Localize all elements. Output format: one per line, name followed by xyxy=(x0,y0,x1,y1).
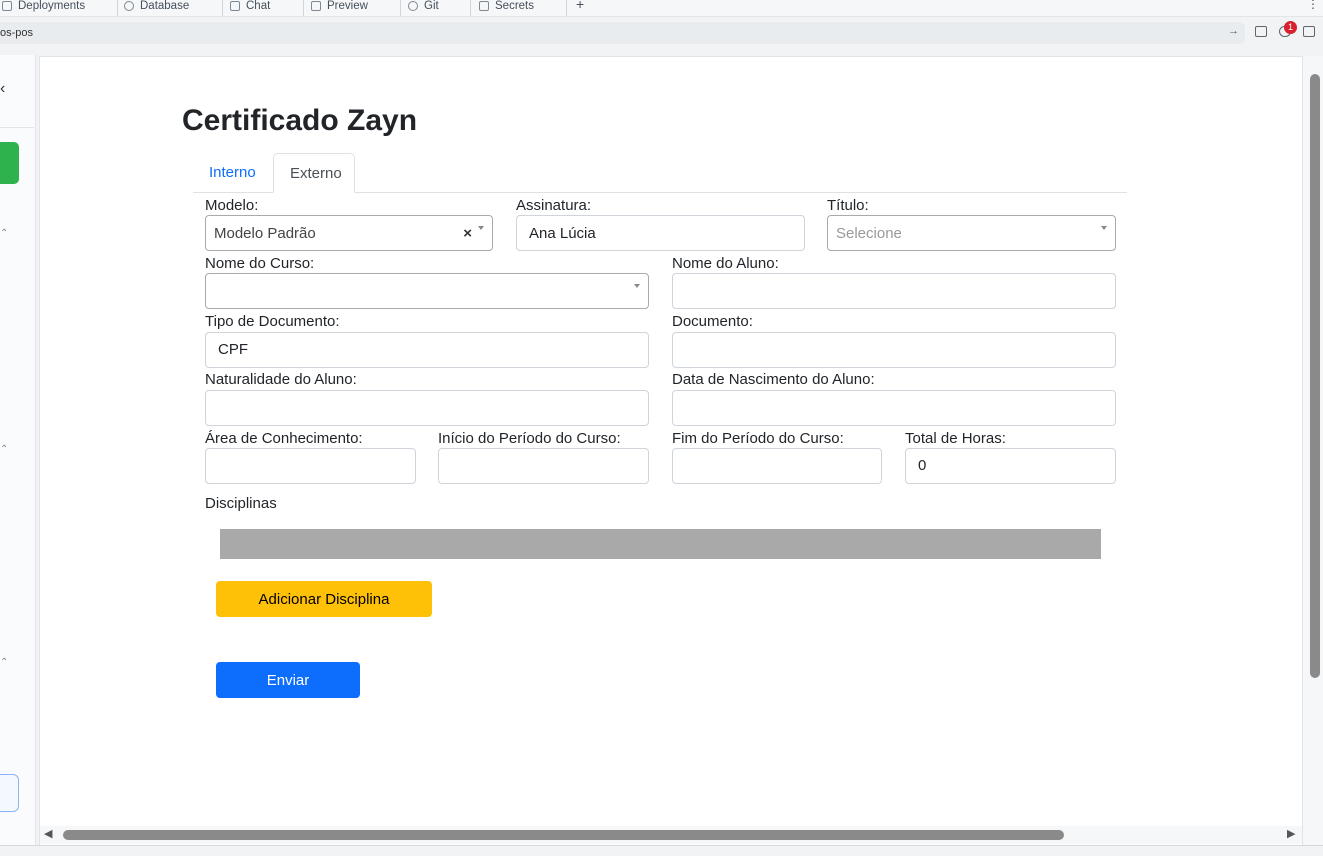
tipo-documento-field[interactable]: CPF xyxy=(205,332,649,368)
tab-database[interactable]: Database xyxy=(124,0,189,16)
disciplinas-label: Disciplinas xyxy=(205,495,277,512)
tab-divider xyxy=(470,0,471,16)
url-text: os-pos xyxy=(0,27,34,39)
data-nascimento-label: Data de Nascimento do Aluno: xyxy=(672,371,875,388)
database-icon xyxy=(124,1,134,11)
monitor-icon xyxy=(311,1,321,11)
modelo-label: Modelo: xyxy=(205,197,259,214)
data-nascimento-field[interactable] xyxy=(672,390,1116,426)
clear-icon[interactable]: × xyxy=(463,220,472,248)
inicio-label: Início do Período do Curso: xyxy=(438,430,621,447)
form-tabs: Interno Externo xyxy=(193,153,1127,193)
tab-label: Git xyxy=(424,0,439,12)
tab-divider xyxy=(566,0,567,16)
titulo-select[interactable]: Selecione xyxy=(827,215,1116,251)
tab-label: Secrets xyxy=(495,0,534,12)
scroll-left-icon[interactable]: ◀ xyxy=(44,827,52,840)
add-tab-button[interactable]: + xyxy=(576,0,584,12)
status-strip xyxy=(0,845,1323,856)
git-icon xyxy=(408,1,418,11)
ide-tab-strip: Deployments Database Chat Preview Git Se… xyxy=(0,0,1323,17)
nome-curso-label: Nome do Curso: xyxy=(205,255,315,272)
horizontal-scroll-thumb[interactable] xyxy=(63,830,1064,840)
page-title: Certificado Zayn xyxy=(182,104,418,137)
tipo-documento-label: Tipo de Documento: xyxy=(205,313,340,330)
tab-chat[interactable]: Chat xyxy=(230,0,270,16)
titulo-placeholder: Selecione xyxy=(836,225,902,242)
assinatura-field[interactable]: Ana Lúcia xyxy=(516,215,805,251)
submit-button[interactable]: Enviar xyxy=(216,662,360,698)
go-arrow-icon[interactable]: → xyxy=(1228,25,1239,37)
rail-input-box[interactable] xyxy=(0,774,19,812)
devices-icon[interactable] xyxy=(1255,26,1267,37)
scroll-right-icon[interactable]: ▶ xyxy=(1287,827,1295,840)
deploy-icon xyxy=(2,1,12,11)
disciplinas-table-header xyxy=(220,529,1101,559)
tab-label: Preview xyxy=(327,0,368,12)
rail-divider xyxy=(0,127,34,128)
tab-divider xyxy=(117,0,118,16)
vertical-scroll-thumb[interactable] xyxy=(1310,74,1320,678)
notification-badge: 1 xyxy=(1284,21,1297,34)
more-menu-icon[interactable]: ⋮ xyxy=(1307,0,1319,11)
tab-preview[interactable]: Preview xyxy=(311,0,368,16)
nome-curso-select[interactable] xyxy=(205,273,649,309)
tab-label: Database xyxy=(140,0,190,12)
caret-icon[interactable]: ⌃ xyxy=(0,657,8,668)
caret-icon[interactable]: ⌃ xyxy=(0,228,8,239)
documento-label: Documento: xyxy=(672,313,753,330)
fim-field[interactable] xyxy=(672,448,882,484)
titulo-label: Título: xyxy=(827,197,869,214)
chat-icon xyxy=(230,1,240,11)
tab-deployments[interactable]: Deployments xyxy=(2,0,85,16)
naturalidade-label: Naturalidade do Aluno: xyxy=(205,371,357,388)
chevron-down-icon xyxy=(1101,226,1107,230)
tab-interno[interactable]: Interno xyxy=(193,153,272,192)
lock-icon xyxy=(479,1,489,11)
chevron-down-icon xyxy=(478,226,484,230)
collapse-chevron-icon[interactable]: ‹ xyxy=(0,80,5,98)
tab-label: Chat xyxy=(246,0,271,12)
nome-aluno-field[interactable] xyxy=(672,273,1116,309)
tab-git[interactable]: Git xyxy=(408,0,439,16)
total-horas-field[interactable]: 0 xyxy=(905,448,1116,484)
tab-divider xyxy=(303,0,304,16)
fim-label: Fim do Período do Curso: xyxy=(672,430,844,447)
url-bar[interactable] xyxy=(0,22,1245,44)
chevron-down-icon xyxy=(634,284,640,288)
tab-divider xyxy=(222,0,223,16)
tab-externo[interactable]: Externo xyxy=(273,153,355,193)
modelo-value: Modelo Padrão xyxy=(214,225,316,242)
area-label: Área de Conhecimento: xyxy=(205,430,363,447)
nome-aluno-label: Nome do Aluno: xyxy=(672,255,779,272)
total-horas-label: Total de Horas: xyxy=(905,430,1006,447)
open-external-icon[interactable] xyxy=(1303,26,1315,37)
tab-divider xyxy=(400,0,401,16)
add-disciplina-button[interactable]: Adicionar Disciplina xyxy=(216,581,432,617)
documento-field[interactable] xyxy=(672,332,1116,368)
modelo-select[interactable]: Modelo Padrão × xyxy=(205,215,493,251)
tab-label: Deployments xyxy=(18,0,86,12)
inicio-field[interactable] xyxy=(438,448,649,484)
area-field[interactable] xyxy=(205,448,416,484)
tab-secrets[interactable]: Secrets xyxy=(479,0,534,16)
caret-icon[interactable]: ⌃ xyxy=(0,444,8,455)
assinatura-label: Assinatura: xyxy=(516,197,592,214)
run-button[interactable] xyxy=(0,142,19,184)
naturalidade-field[interactable] xyxy=(205,390,649,426)
